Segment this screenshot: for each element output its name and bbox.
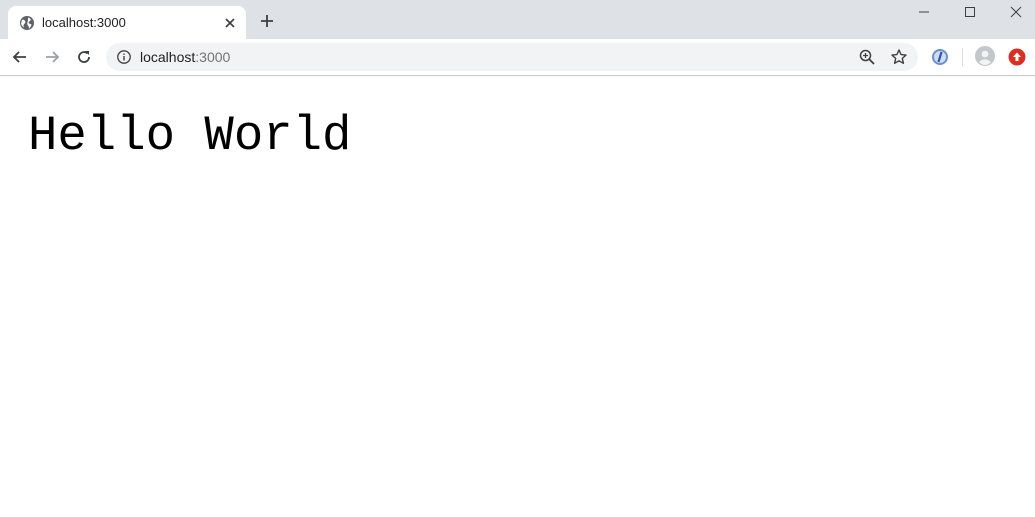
close-tab-icon[interactable] xyxy=(222,15,238,31)
close-icon xyxy=(1010,6,1022,18)
tab-strip: localhost:3000 xyxy=(0,0,1035,39)
page-content: Hello World xyxy=(0,76,1035,517)
forward-arrow-icon xyxy=(46,51,60,63)
minimize-icon xyxy=(919,11,929,13)
reload-icon xyxy=(78,51,90,63)
tab-title: localhost:3000 xyxy=(42,15,126,30)
maximize-icon xyxy=(965,7,975,17)
back-arrow-icon xyxy=(12,51,26,63)
address-bar[interactable]: localhost:3000 xyxy=(106,43,918,71)
update-icon[interactable] xyxy=(1008,48,1026,66)
url-text[interactable]: localhost:3000 xyxy=(140,48,230,66)
active-tab[interactable]: localhost:3000 xyxy=(8,6,246,39)
extension-icon[interactable] xyxy=(931,48,949,66)
new-tab-plus-icon[interactable] xyxy=(257,11,277,31)
zoom-icon[interactable] xyxy=(858,48,876,66)
minimize-button[interactable] xyxy=(900,0,946,24)
avatar-icon[interactable] xyxy=(975,46,995,66)
page-heading: Hello World xyxy=(28,108,352,164)
url-port: :3000 xyxy=(195,49,231,65)
info-icon[interactable] xyxy=(116,49,132,65)
star-icon[interactable] xyxy=(890,48,908,66)
maximize-button[interactable] xyxy=(946,0,992,24)
toolbar-divider xyxy=(962,48,963,66)
close-window-button[interactable] xyxy=(992,0,1035,24)
browser-window: localhost:3000 localhost:3000 Hello Worl… xyxy=(0,0,1035,517)
reload-button[interactable] xyxy=(72,45,96,69)
url-host: localhost xyxy=(140,49,196,65)
back-button[interactable] xyxy=(8,45,32,69)
browser-toolbar: localhost:3000 xyxy=(0,39,1035,76)
globe-icon xyxy=(19,15,35,31)
forward-button[interactable] xyxy=(40,45,64,69)
